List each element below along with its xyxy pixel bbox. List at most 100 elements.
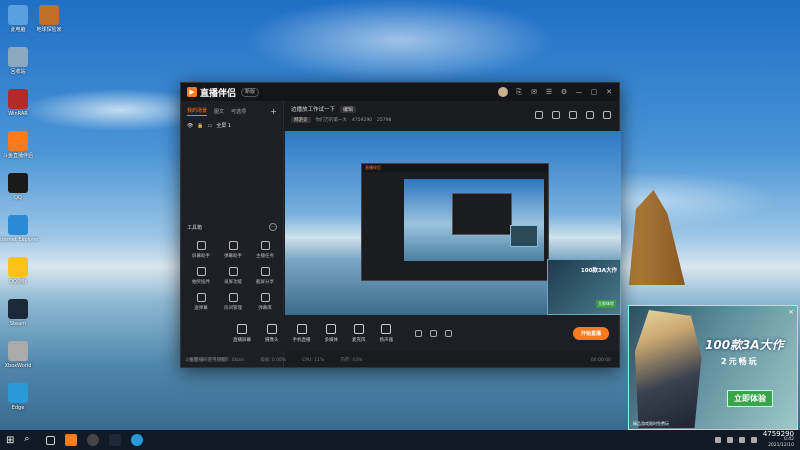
desktop-icon[interactable]: 此电脑 [2,2,34,44]
app-icon [8,341,28,361]
volume-icon[interactable] [738,437,745,443]
nested-window: 直播伴侣 [361,163,549,281]
status-dropped: 丢帧: 0.00% [259,358,287,363]
ad-cta-button[interactable]: 立即体验 [727,390,773,407]
start-live-button[interactable]: 开始直播 [572,326,609,340]
control-icon [296,323,307,334]
toolbox-item[interactable]: 房间管理 [217,293,249,311]
app-logo: ▶ 直播伴侣 [187,86,236,99]
maximize-icon[interactable]: ▢ [590,88,598,96]
menu-icon[interactable]: ☰ [545,88,553,96]
room-title: 边播放工作试一下 [291,107,336,113]
version-badge[interactable]: 新版 [241,87,260,97]
ad-title: 100款3A大作 [705,338,784,352]
eye-icon[interactable] [430,329,437,337]
toolbox-settings-icon[interactable]: ⋯ [269,223,277,231]
message-icon[interactable]: ✉ [530,88,538,96]
toolbox-header: 工具箱 ⋯ [187,223,277,231]
app-icon [8,215,28,235]
toolbox-item[interactable]: 主播任务 [249,241,281,259]
add-scene-icon[interactable]: + [270,107,277,116]
desktop-icon[interactable]: 回收站 [2,44,34,86]
fans-count: 25798 [377,117,392,123]
tab-options[interactable]: 可选项 [231,108,246,115]
desktop-icon-label: 地球探险家 [36,27,62,33]
edit-title-button[interactable]: 编辑 [340,105,357,113]
steam-taskbar-icon[interactable] [109,434,122,446]
lock-icon[interactable] [552,111,560,119]
close-icon[interactable]: ✕ [605,88,613,96]
tab-my-scenes[interactable]: 我的场景 [187,107,208,116]
taskbar: ⊞ ⌕ 4759290 0:42 2021/12/10 [0,430,800,450]
desktop-icon[interactable]: QQ [2,170,34,212]
tab-graphics[interactable]: 图文 [214,108,224,115]
network-icon[interactable] [726,437,733,443]
toolbox-item-label: 送弹幕 [194,306,208,311]
nested-preview [404,179,544,261]
control-label: 麦克风 [352,337,366,343]
toolbox-item[interactable]: 弹幕库 [249,293,281,311]
speaker-button[interactable]: 扬声器 [379,323,394,343]
tool-icon [196,241,206,250]
gift-icon[interactable] [535,111,543,119]
control-label: 扬声器 [379,337,394,343]
scene-label: 全屏 1 [216,123,232,129]
douyu-taskbar-icon[interactable] [65,434,78,446]
gear-icon[interactable] [445,329,452,337]
desktop-icon[interactable]: XboxWorld [2,338,34,380]
bell-icon[interactable] [586,111,594,119]
desktop-icon[interactable]: QQ游戏 [2,254,34,296]
preview-ad-button[interactable]: 立即体验 [596,300,616,308]
windows-start-icon[interactable]: ⊞ [6,435,14,446]
task-view-icon[interactable] [46,435,56,445]
settings-icon[interactable]: ⚙ [560,88,568,96]
toolbox-item[interactable]: 录屏功能 [217,267,249,285]
layout-icon[interactable] [569,111,577,119]
edge-taskbar-icon[interactable] [131,434,144,446]
system-tray: 4759290 0:42 2021/12/10 [714,431,794,449]
minimize-icon[interactable]: — [575,88,583,96]
obs-taskbar-icon[interactable] [87,434,100,446]
desktop-icon-label: Edge [11,405,25,411]
control-label: 摄像头 [265,337,279,343]
game-ad-popup[interactable]: 100款3A大作 2元畅玩 立即体验 × 精品游戏限时免费玩 [628,305,798,430]
desktop-icon-game[interactable]: 地球探险家 [34,2,64,42]
desktop-icon[interactable]: WinRAR [2,86,34,128]
desktop-icon[interactable]: Internet Explorer [0,212,39,254]
toolbox-item-label: 截屏分享 [256,280,274,285]
app-icon [8,89,28,109]
category-tag[interactable]: 网游竞 [291,117,311,123]
toolbox-item-label: 弹幕库 [258,306,272,311]
toolbox-item[interactable]: 弹幕助手 [217,241,249,259]
lock-icon[interactable]: 🔒 [197,123,203,129]
toolbox-item[interactable]: 送弹幕 [185,293,217,311]
media-button[interactable]: 多媒体 [325,323,338,343]
share-screen-icon[interactable]: ⎘ [515,88,523,97]
avatar[interactable] [498,87,508,97]
toolbox-item[interactable]: 截屏分享 [249,267,281,285]
search-icon[interactable]: ⌕ [24,434,36,446]
screen-share-button[interactable]: 直播屏幕 [233,323,251,343]
microphone-button[interactable]: 麦克风 [352,323,366,343]
titlebar: ▶ 直播伴侣 新版 ⎘ ✉ ☰ ⚙ — ▢ ✕ [181,83,619,101]
desktop-icon[interactable]: Edge [2,380,34,422]
record-icon[interactable] [415,329,422,337]
share-icon[interactable] [603,111,611,119]
eye-icon[interactable]: 👁 [187,123,193,129]
toolbox-item[interactable]: 屏幕助手 [185,241,217,259]
scene-item[interactable]: 👁 🔒 ▭ 全屏 1 [181,120,283,131]
desktop-icon[interactable]: Steam [2,296,34,338]
clock[interactable]: 4759290 0:42 2021/12/10 [763,431,794,449]
ad-footer: 精品游戏限时免费玩 [633,421,669,426]
desktop-icon-label: 此电脑 [10,27,26,33]
app-icon [8,257,28,277]
toolbox-item[interactable]: 抽奖插件 [185,267,217,285]
desktop-icon[interactable]: 斗鱼直播伴侣 [2,128,34,170]
phone-live-button[interactable]: 手机直播 [293,323,311,343]
tray-up-arrow-icon[interactable] [714,437,721,443]
camera-button[interactable]: 摄像头 [265,323,279,343]
ime-icon[interactable] [750,437,757,443]
titlebar-actions: ⎘ ✉ ☰ ⚙ — ▢ ✕ [498,87,613,97]
preview-ad[interactable]: 100款3A大作 立即体验 [547,259,621,315]
close-icon[interactable]: × [788,308,794,316]
